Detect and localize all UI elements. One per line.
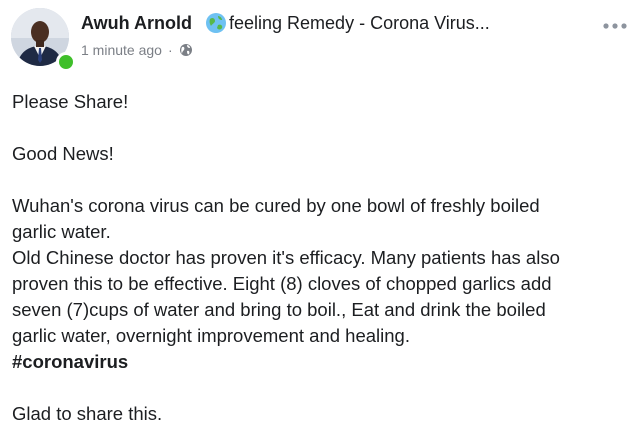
post-timestamp[interactable]: 1 minute ago	[81, 42, 162, 58]
post-header: Awuh Arnold feeling Remedy - Corona Viru…	[0, 0, 640, 72]
hashtag-link[interactable]: #coronavirus	[12, 351, 128, 372]
post-text-line: garlic water, overnight improvement and …	[12, 325, 410, 346]
author-line: Awuh Arnold feeling Remedy - Corona Viru…	[81, 11, 490, 35]
post-text-line: garlic water.	[12, 221, 111, 242]
post-body: Please Share! Good News! Wuhan's corona …	[12, 89, 627, 427]
post-text-line: Wuhan's corona virus can be cured by one…	[12, 195, 540, 216]
post-text-line: proven this to be effective. Eight (8) c…	[12, 273, 552, 294]
globe-emoji-icon	[205, 12, 227, 34]
post-text-line: Glad to share this.	[12, 403, 163, 424]
post-text-line: Old Chinese doctor has proven it's effic…	[12, 247, 560, 268]
feeling-activity[interactable]: feeling Remedy - Corona Virus...	[229, 13, 490, 34]
post-meta: 1 minute ago ·	[81, 40, 193, 60]
post-text-line: Good News!	[12, 143, 114, 164]
more-options-icon	[603, 23, 627, 29]
meta-separator: ·	[167, 42, 173, 58]
online-status-indicator	[56, 52, 76, 72]
globe-icon[interactable]	[179, 43, 193, 57]
post-text-line: Please Share!	[12, 91, 129, 112]
author-avatar[interactable]	[11, 8, 76, 72]
author-name[interactable]: Awuh Arnold	[81, 13, 192, 34]
more-options-button[interactable]	[600, 16, 630, 36]
post-text-line: seven (7)cups of water and bring to boil…	[12, 299, 546, 320]
